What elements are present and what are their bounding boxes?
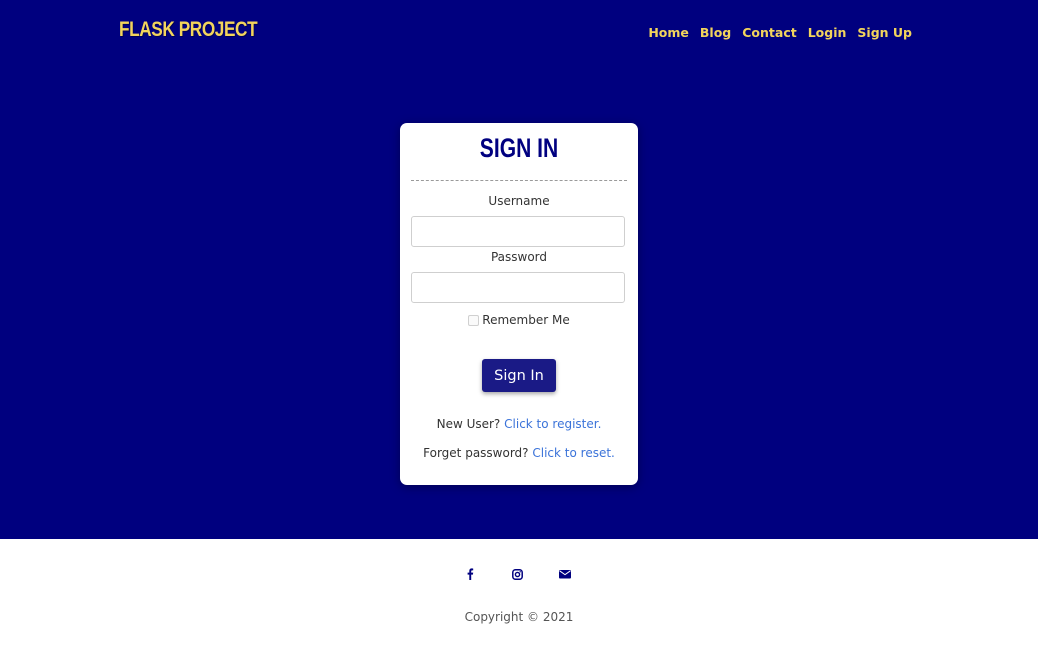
sign-in-title: SIGN IN [479, 133, 559, 163]
username-input[interactable] [411, 216, 625, 247]
reset-link[interactable]: Click to reset. [532, 446, 614, 460]
username-label: Username [488, 194, 550, 208]
password-input[interactable] [411, 272, 625, 303]
nav-contact[interactable]: Contact [742, 25, 796, 40]
forgot-password-text: Forget password? [423, 446, 529, 460]
new-user-line: New User? Click to register. [400, 417, 638, 431]
remember-me-label[interactable]: Remember Me [482, 313, 569, 327]
nav-blog[interactable]: Blog [700, 25, 731, 40]
forgot-password-line: Forget password? Click to reset. [400, 446, 638, 460]
sign-in-card: SIGN IN Username Password Remember Me Si… [400, 123, 638, 485]
nav-home[interactable]: Home [648, 25, 689, 40]
remember-me-checkbox[interactable] [468, 314, 480, 326]
copyright-text: Copyright © 2021 [464, 610, 574, 624]
password-label: Password [490, 250, 548, 264]
sign-in-button[interactable]: Sign In [482, 359, 556, 392]
footer-social-icons [0, 566, 1038, 584]
brand-logo[interactable]: FLASK PROJECT [119, 18, 258, 42]
nav-login[interactable]: Login [808, 25, 847, 40]
envelope-icon[interactable] [557, 566, 573, 582]
title-divider [411, 180, 627, 181]
facebook-icon[interactable] [462, 566, 478, 582]
remember-me-row: Remember Me [400, 313, 638, 327]
register-link[interactable]: Click to register. [504, 417, 601, 431]
instagram-icon[interactable] [509, 566, 525, 582]
hero-section: FLASK PROJECT Home Blog Contact Login Si… [0, 0, 1038, 539]
new-user-text: New User? [436, 417, 501, 431]
top-nav: Home Blog Contact Login Sign Up [648, 25, 912, 40]
nav-sign-up[interactable]: Sign Up [857, 25, 912, 40]
